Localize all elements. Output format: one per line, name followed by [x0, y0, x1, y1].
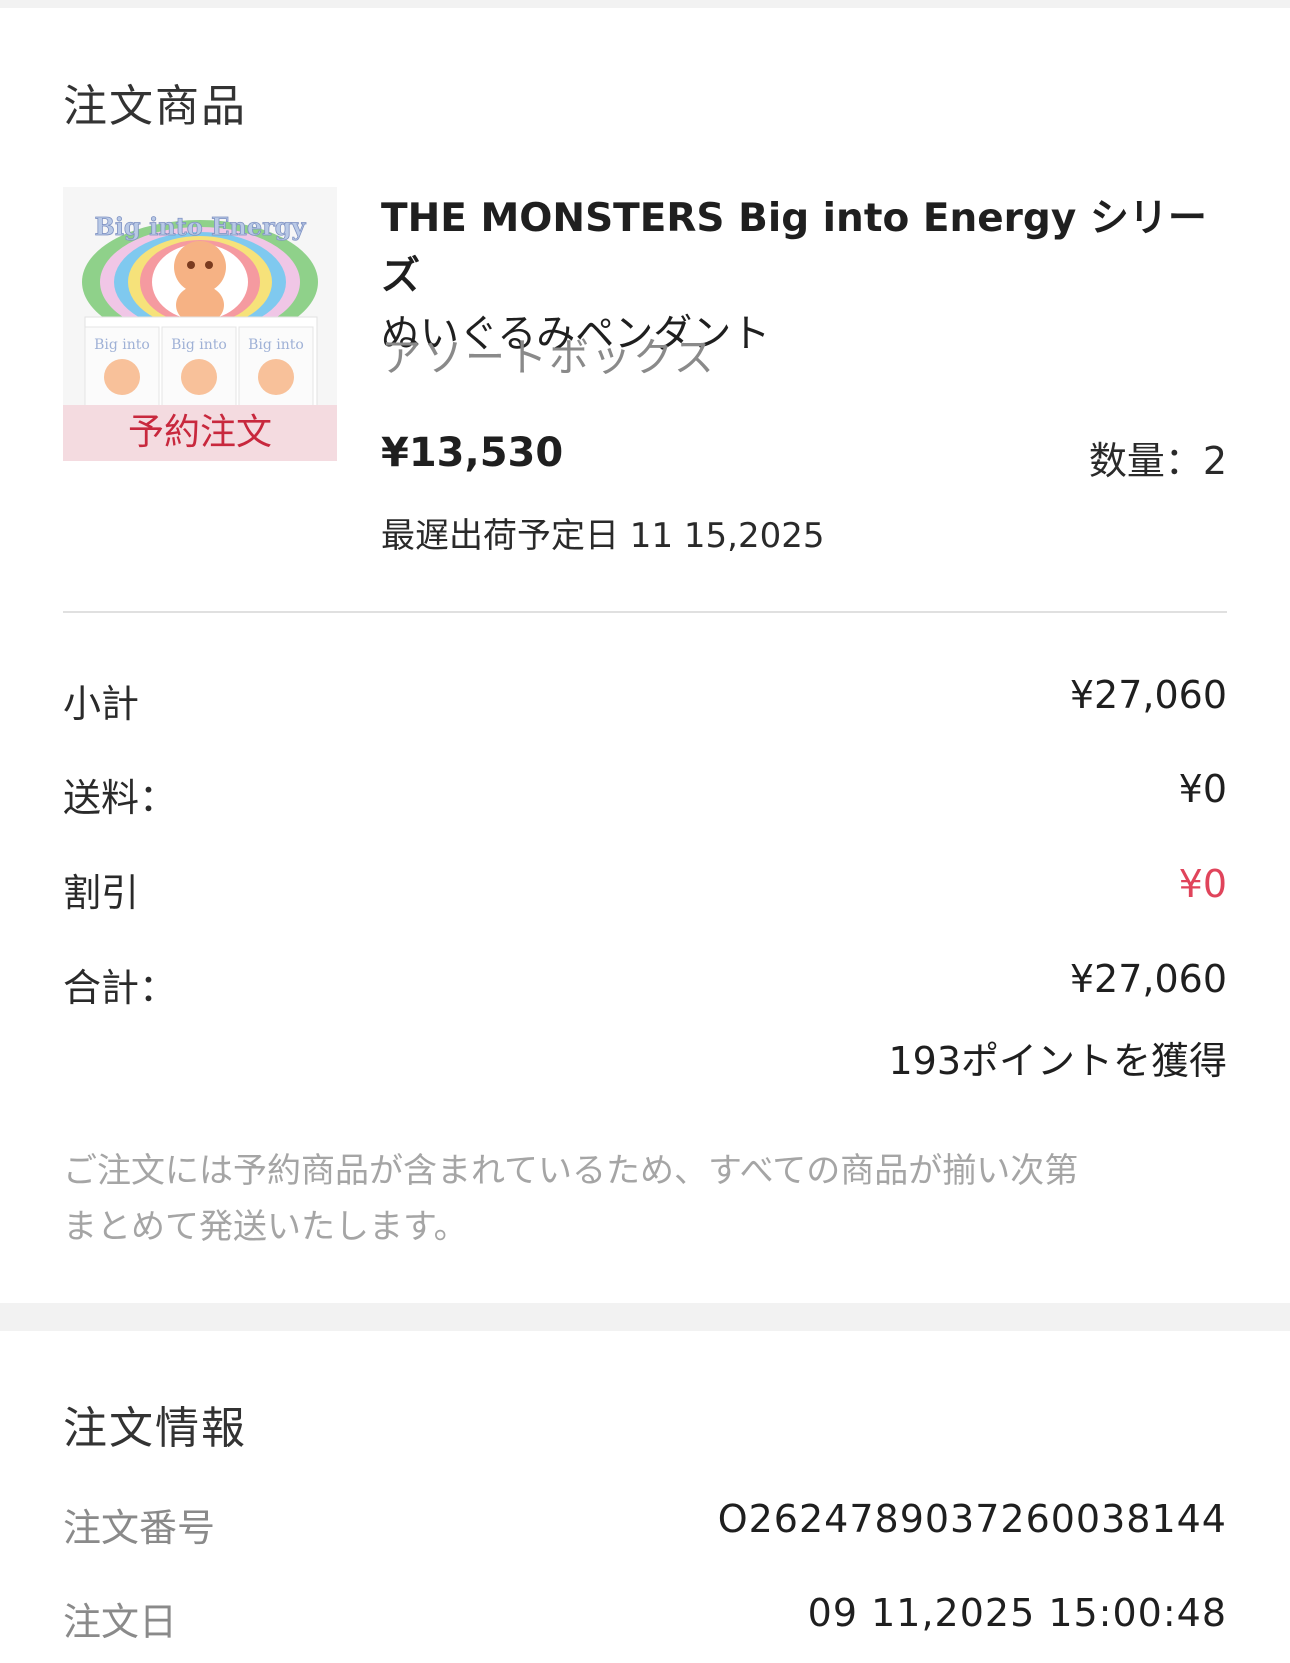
order-items-title: 注文商品	[63, 81, 247, 132]
discount-value: ¥0	[1178, 862, 1227, 906]
product-price: ¥13,530	[381, 430, 564, 476]
discount-label: 割引	[63, 871, 140, 915]
svg-text:Big into: Big into	[94, 337, 150, 353]
total-label: 合計：	[63, 966, 178, 1010]
order-number-value[interactable]: O262478903726003814​4	[718, 1497, 1227, 1541]
note-line2: まとめて発送いたします。	[63, 1207, 468, 1247]
preorder-note: ご注文には予約商品が含まれているため、すべての商品が揃い次第 まとめて発送いたし…	[63, 1143, 1227, 1255]
subtotal-label: 小計	[63, 682, 140, 726]
shipping-label: 送料：	[63, 776, 178, 820]
note-line1: ご注文には予約商品が含まれているため、すべての商品が揃い次第	[63, 1151, 1079, 1191]
shipping-value: ¥0	[1178, 767, 1227, 811]
svg-text:Big into: Big into	[171, 337, 227, 353]
svg-text:Big into: Big into	[248, 337, 304, 353]
order-number-label: 注文番号	[63, 1506, 216, 1550]
total-value: ¥27,060	[1069, 957, 1227, 1001]
order-date-value: 09 11,2025 15:00:48	[807, 1591, 1227, 1635]
ship-date: 最遅出荷予定日 11 15,2025	[381, 516, 825, 556]
top-separator	[0, 0, 1290, 8]
divider	[63, 611, 1227, 613]
product-name-line1: THE MONSTERS Big into Energy シリーズ	[381, 196, 1207, 299]
section-separator	[0, 1303, 1290, 1331]
product-thumbnail[interactable]: Big into Energy Big into Big into Big in…	[63, 187, 337, 461]
product-variant: アソートボックス	[381, 335, 716, 381]
points-earned: 193ポイントを獲得	[888, 1039, 1227, 1083]
order-info-title: 注文情報	[63, 1403, 247, 1454]
order-date-label: 注文日	[63, 1600, 178, 1644]
svg-text:Big into Energy: Big into Energy	[95, 212, 307, 241]
preorder-badge: 予約注文	[63, 405, 337, 461]
subtotal-value: ¥27,060	[1069, 673, 1227, 717]
product-quantity: 数量：2	[1088, 439, 1227, 483]
